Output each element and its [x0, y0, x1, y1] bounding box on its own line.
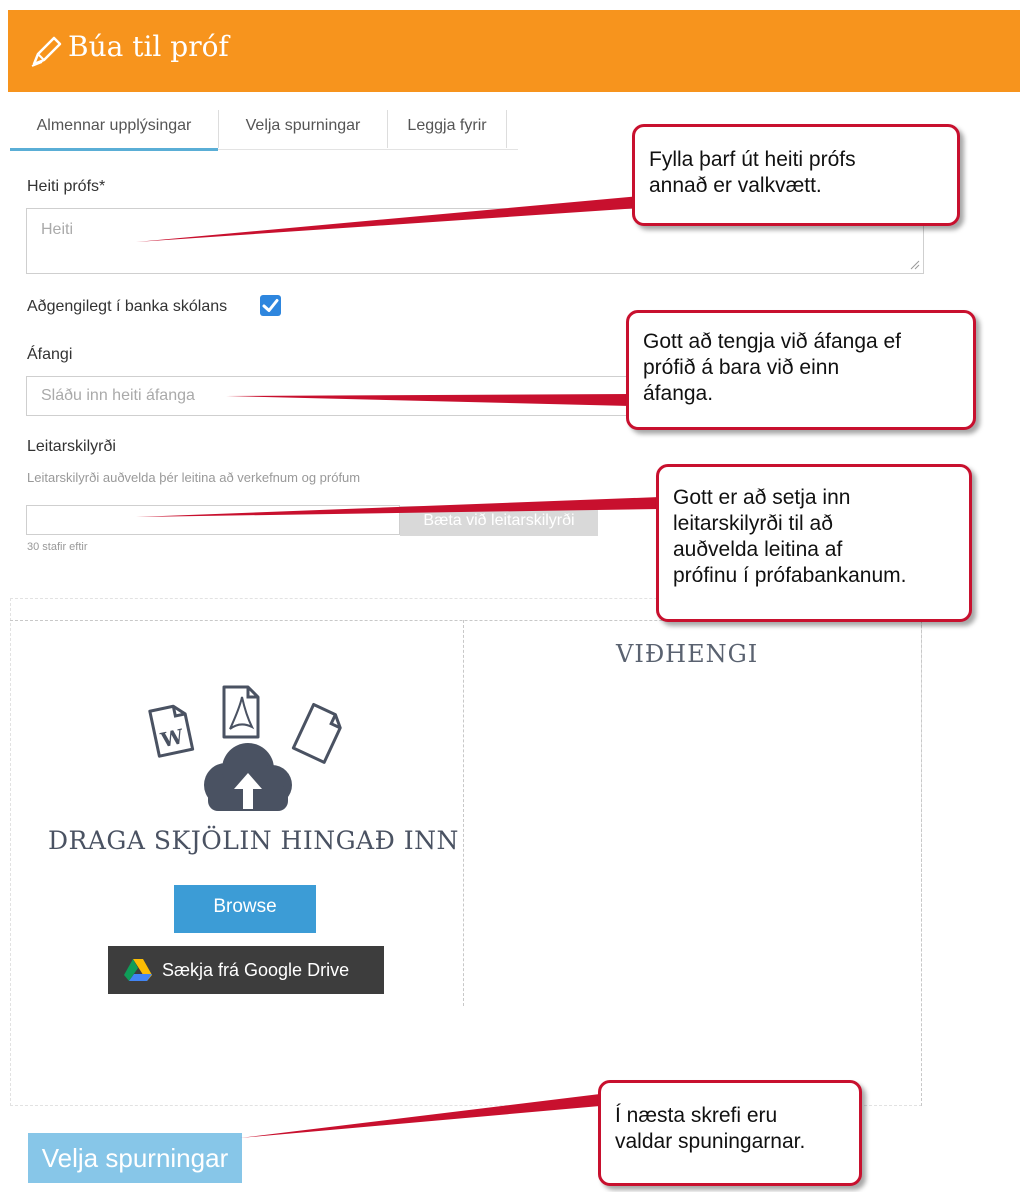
callout-pointer: [240, 1094, 600, 1138]
callout-text: leitarskilyrði til að: [673, 512, 833, 535]
callout-text: Gott að tengja við áfanga ef: [643, 330, 902, 353]
callout-text: auðvelda leitina af: [673, 538, 843, 561]
callout-pointer: [136, 196, 640, 242]
callout-pointer: [136, 497, 660, 517]
callout-text: valdar spuningarnar.: [615, 1130, 806, 1153]
callout-text: annað er valkvætt.: [649, 174, 822, 197]
callout-text: Fylla þarf út heiti prófs: [649, 148, 856, 171]
callout-tags: Gott er að setja inn leitarskilyrði til …: [656, 464, 972, 622]
callout-text: Í næsta skrefi eru: [615, 1104, 778, 1127]
callout-text: prófið á bara við einn: [643, 356, 840, 379]
callout-next-step: Í næsta skrefi eru valdar spuningarnar.: [598, 1080, 862, 1186]
callout-text: Gott er að setja inn: [673, 486, 851, 509]
callout-exam-name: Fylla þarf út heiti prófs annað er valkv…: [632, 124, 960, 226]
callout-text: prófinu í prófabankanum.: [673, 564, 907, 587]
callout-pointer: [226, 394, 630, 406]
callout-course: Gott að tengja við áfanga ef prófið á ba…: [626, 310, 976, 430]
callout-text: áfanga.: [643, 382, 714, 405]
